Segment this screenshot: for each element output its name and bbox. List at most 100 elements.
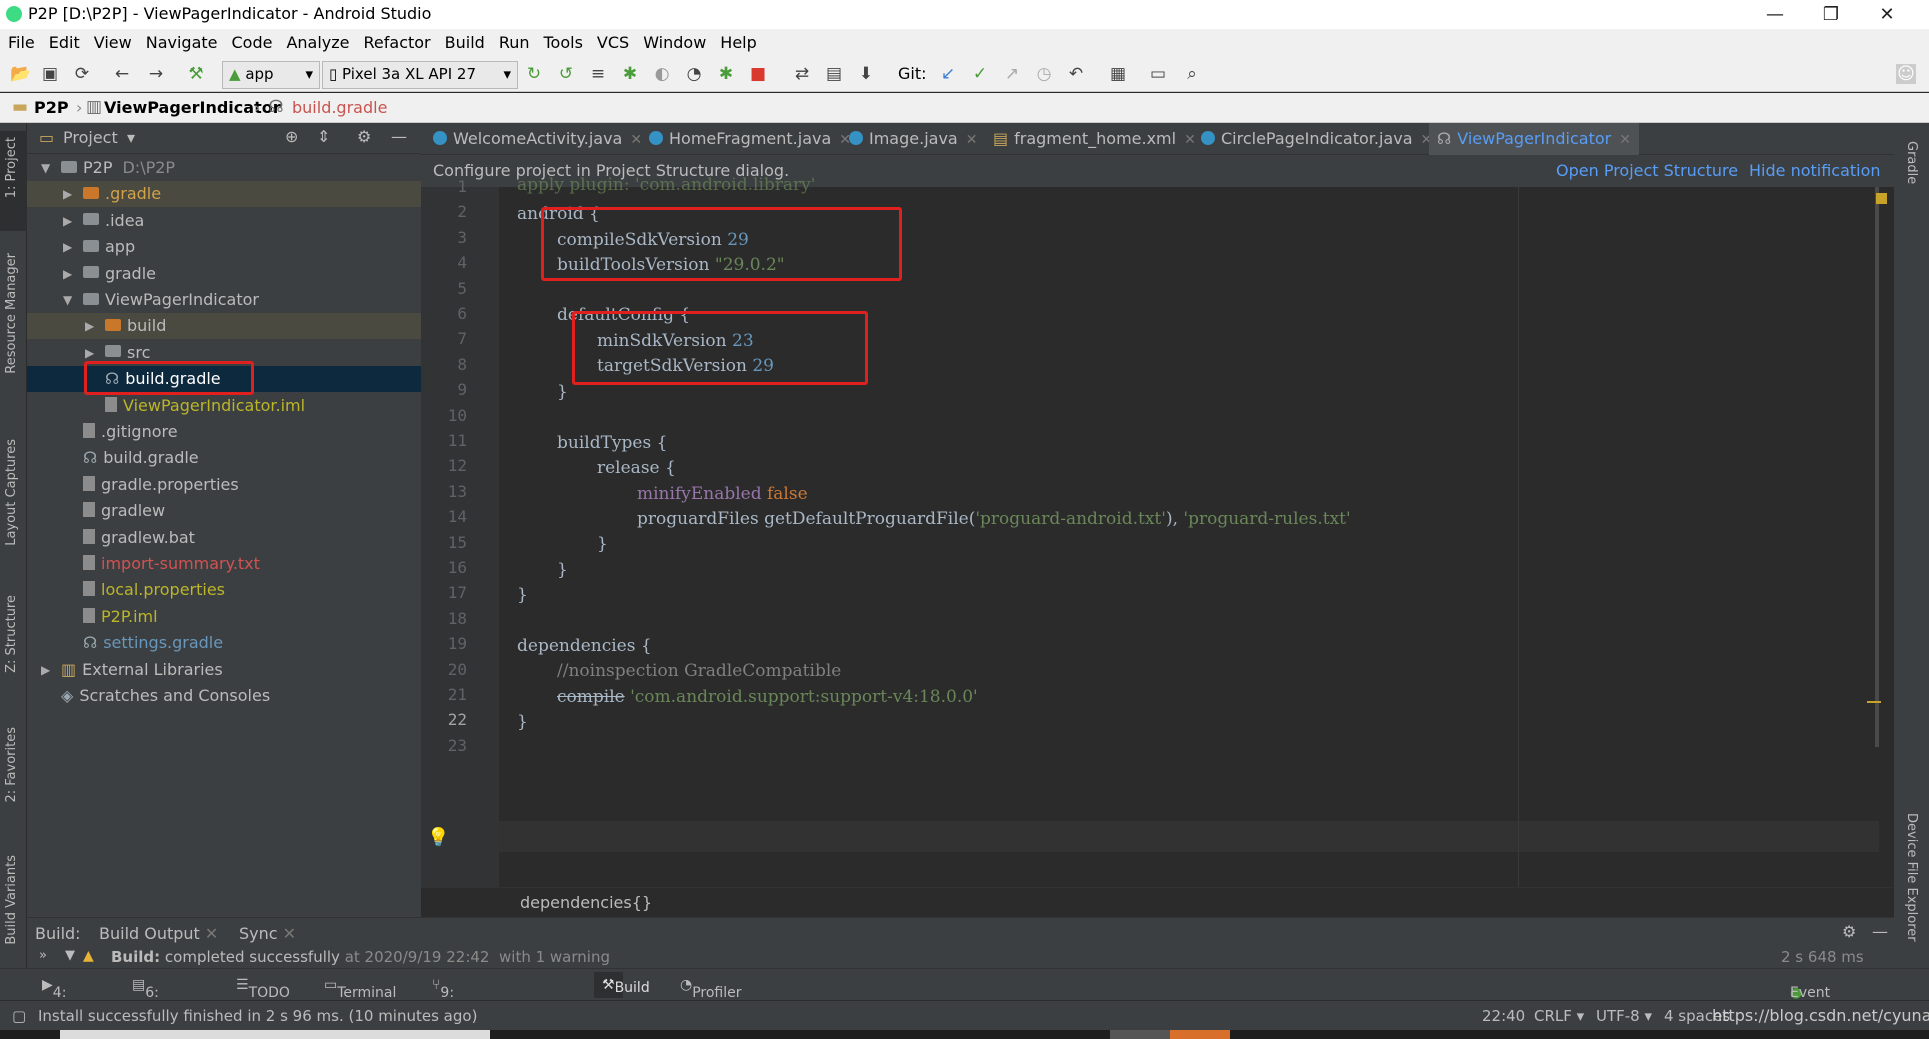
close-tab-icon[interactable]: ✕ xyxy=(205,924,218,943)
tool-tab-layout-captures[interactable]: Layout Captures xyxy=(4,439,19,546)
menu-run[interactable]: Run xyxy=(499,33,530,52)
hide-panel-icon[interactable]: — xyxy=(1872,922,1888,941)
close-tab-icon[interactable]: ✕ xyxy=(283,924,296,943)
menu-navigate[interactable]: Navigate xyxy=(146,33,218,52)
tree-item[interactable]: ▶ ▥ External Libraries xyxy=(27,657,421,683)
close-icon[interactable]: ✕ xyxy=(1859,0,1915,29)
menu-edit[interactable]: Edit xyxy=(49,33,80,52)
apply-code-changes-icon[interactable]: ↺ xyxy=(556,64,576,84)
status-panel-icon[interactable]: ▢ xyxy=(12,1001,26,1031)
tree-item[interactable]: ☊ build.gradle xyxy=(27,445,421,471)
back-icon[interactable]: ← xyxy=(112,64,132,84)
tab-homefragment[interactable]: HomeFragment.java ✕ xyxy=(649,123,851,155)
stop-icon[interactable]: ■ xyxy=(748,64,768,84)
tree-item[interactable]: ▼ P2P D:\P2P xyxy=(27,155,421,181)
tool-tab-resource-manager[interactable]: Resource Manager xyxy=(4,253,19,374)
close-tab-icon[interactable]: ✕ xyxy=(630,132,642,148)
git-history-icon[interactable]: ◷ xyxy=(1034,64,1054,84)
user-avatar-icon[interactable]: ☺ xyxy=(1896,64,1916,84)
menu-view[interactable]: View xyxy=(94,33,132,52)
warning-marker[interactable] xyxy=(1876,193,1887,204)
search-icon[interactable]: ⌕ xyxy=(1182,64,1202,84)
git-commit-icon[interactable]: ✓ xyxy=(970,64,990,84)
tool-version-control[interactable]: ⑂ 9: Version Control xyxy=(432,977,492,1033)
profile-icon[interactable]: ◔ xyxy=(684,64,704,84)
make-hammer-icon[interactable]: ⚒ xyxy=(186,64,206,84)
tree-item[interactable]: local.properties xyxy=(27,577,421,603)
git-rollback-icon[interactable]: ↶ xyxy=(1066,64,1086,84)
coverage-icon[interactable]: ◐ xyxy=(652,64,672,84)
expand-icon[interactable]: » xyxy=(39,948,47,963)
menu-window[interactable]: Window xyxy=(643,33,706,52)
tab-circlepageindicator[interactable]: CirclePageIndicator.java ✕ xyxy=(1201,123,1432,155)
lightbulb-icon[interactable]: 💡 xyxy=(427,827,449,848)
collapse-arrow-icon[interactable]: ▶ xyxy=(41,657,50,683)
tool-logcat[interactable]: ▤ 6: Logcat xyxy=(132,977,192,1017)
tab-image[interactable]: Image.java ✕ xyxy=(849,123,977,155)
warning-stripe[interactable] xyxy=(1867,701,1881,703)
locate-icon[interactable]: ⊕ xyxy=(285,127,298,146)
tool-tab-device-file-explorer[interactable]: Device File Explorer xyxy=(1904,813,1919,942)
debug-icon[interactable]: ✱ xyxy=(620,64,640,84)
menu-analyze[interactable]: Analyze xyxy=(286,33,349,52)
collapse-arrow-icon[interactable]: ▼ xyxy=(65,948,75,963)
tab-fragment-home-xml[interactable]: ▤ fragment_home.xml ✕ xyxy=(993,123,1196,155)
sync-gradle-icon[interactable]: ⇄ xyxy=(792,64,812,84)
sync-icon[interactable]: ⟳ xyxy=(72,64,92,84)
menu-tools[interactable]: Tools xyxy=(544,33,583,52)
forward-icon[interactable]: → xyxy=(146,64,166,84)
tree-item[interactable]: ▶ build xyxy=(27,313,421,340)
collapse-arrow-icon[interactable]: ▶ xyxy=(85,313,94,339)
attach-debugger-icon[interactable]: ✱ xyxy=(716,64,736,84)
project-structure-icon[interactable]: ▦ xyxy=(1108,64,1128,84)
line-separator[interactable]: CRLF ▾ xyxy=(1534,1001,1584,1031)
expand-arrow-icon[interactable]: ▼ xyxy=(63,287,72,313)
chevron-down-icon[interactable]: ▾ xyxy=(127,128,135,147)
device-select[interactable]: ▯ Pixel 3a XL API 27 ▾ xyxy=(322,61,518,89)
avd-manager-icon[interactable]: ▤ xyxy=(824,64,844,84)
gear-icon[interactable]: ⚙ xyxy=(357,127,371,146)
tool-tab-structure[interactable]: Z: Structure xyxy=(4,595,19,673)
tool-terminal[interactable]: ▭ Terminal xyxy=(324,977,396,1001)
run-tests-icon[interactable]: ≡ xyxy=(588,64,608,84)
hide-panel-icon[interactable]: — xyxy=(391,127,407,146)
tool-profiler[interactable]: ◔ Profiler xyxy=(680,977,742,1001)
tree-item[interactable]: .gitignore xyxy=(27,419,421,445)
tree-item[interactable]: ▶ gradle xyxy=(27,261,421,287)
tool-tab-favorites[interactable]: 2: Favorites xyxy=(4,727,19,803)
tree-item[interactable]: ▶ .gradle xyxy=(27,181,421,208)
tree-item[interactable]: gradle.properties xyxy=(27,472,421,498)
code-scope-label[interactable]: dependencies{} xyxy=(520,888,652,918)
tree-item[interactable]: ViewPagerIndicator.iml xyxy=(27,393,421,419)
project-view-select[interactable]: Project xyxy=(63,128,118,147)
tab-welcomeactivity[interactable]: WelcomeActivity.java ✕ xyxy=(433,123,642,155)
tool-todo[interactable]: ☰ TODO xyxy=(236,977,290,1001)
menu-refactor[interactable]: Refactor xyxy=(364,33,431,52)
tree-item[interactable]: ☊ settings.gradle xyxy=(27,630,421,656)
close-tab-icon[interactable]: ✕ xyxy=(1619,132,1631,148)
tree-item[interactable]: gradlew xyxy=(27,498,421,524)
tab-viewpagerindicator[interactable]: ☊ ViewPagerIndicator ✕ xyxy=(1429,123,1639,158)
file-encoding[interactable]: UTF-8 ▾ xyxy=(1596,1001,1652,1031)
menu-vcs[interactable]: VCS xyxy=(597,33,629,52)
hide-notification-link[interactable]: Hide notification xyxy=(1749,155,1881,187)
breadcrumb-item[interactable]: P2P xyxy=(34,98,69,117)
scrollbar[interactable] xyxy=(1875,187,1879,747)
tool-tab-gradle[interactable]: Gradle xyxy=(1904,141,1919,184)
expand-arrow-icon[interactable]: ▼ xyxy=(41,155,50,181)
tree-item[interactable]: ▼ ViewPagerIndicator xyxy=(27,287,421,313)
maximize-icon[interactable]: ❐ xyxy=(1803,0,1859,29)
caret-position[interactable]: 22:40 xyxy=(1482,1001,1525,1031)
tree-item[interactable]: gradlew.bat xyxy=(27,525,421,551)
tree-item[interactable]: import-summary.txt xyxy=(27,551,421,577)
breadcrumb-item[interactable]: build.gradle xyxy=(292,98,387,117)
tree-item[interactable]: ▶ app xyxy=(27,234,421,260)
menu-build[interactable]: Build xyxy=(445,33,485,52)
open-folder-icon[interactable]: 📂 xyxy=(10,64,31,84)
run-config-select[interactable]: ▲ app ▾ xyxy=(222,61,320,89)
menu-file[interactable]: File xyxy=(8,33,35,52)
tool-tab-build-variants[interactable]: Build Variants xyxy=(4,855,19,945)
open-project-structure-link[interactable]: Open Project Structure xyxy=(1556,155,1738,187)
minimize-icon[interactable]: — xyxy=(1747,0,1803,29)
close-tab-icon[interactable]: ✕ xyxy=(1184,132,1196,148)
